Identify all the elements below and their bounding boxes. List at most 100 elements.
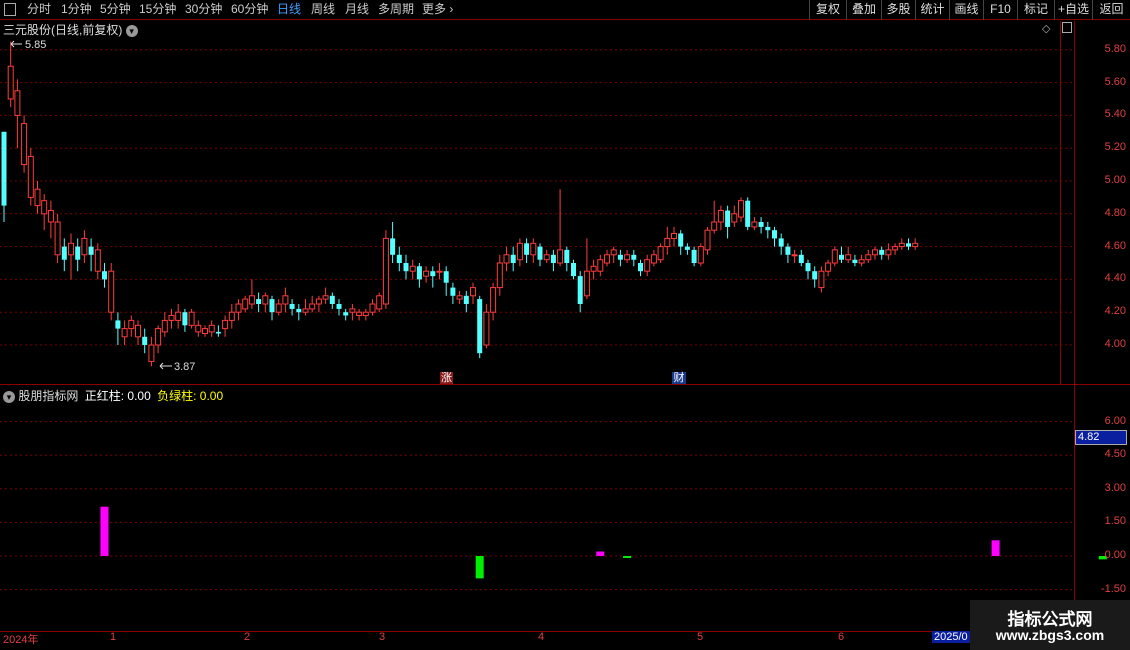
axis-label-month-1: 1: [110, 631, 117, 643]
chart-area[interactable]: [0, 0, 1130, 650]
candle-body-up: [697, 246, 704, 264]
candle-body-down: [416, 266, 422, 280]
candle-body-up: [128, 319, 135, 330]
high-price-label: 5.85: [25, 39, 47, 51]
watermark: 指标公式网 www.zbgs3.com: [970, 600, 1130, 650]
candle-body-down: [390, 238, 396, 255]
candle-body-up: [94, 249, 101, 272]
mark-button[interactable]: 标记: [1017, 0, 1054, 20]
back-button[interactable]: 返回: [1092, 0, 1130, 20]
candle-body-up: [456, 295, 463, 300]
axis-label-year: 2024年: [3, 634, 39, 646]
period-15min[interactable]: 15分钟: [139, 1, 176, 18]
price-tick-label: 4.00: [1104, 338, 1126, 350]
candle-body-up: [195, 324, 202, 333]
candle-body-down: [102, 271, 107, 280]
multi-stock-button[interactable]: 多股: [881, 0, 915, 20]
candle-body-down: [537, 246, 543, 260]
restore-rights-button[interactable]: 复权: [809, 0, 846, 20]
period-1min[interactable]: 1分钟: [61, 1, 92, 18]
candle-body-down: [765, 226, 771, 231]
axis-label-month-6: 6: [838, 631, 845, 643]
candle-body-down: [329, 295, 335, 304]
diamond-icon[interactable]: ◇: [1042, 22, 1050, 35]
candle-body-up: [912, 242, 919, 248]
add-watchlist-button[interactable]: +自选: [1054, 0, 1092, 20]
draw-line-button[interactable]: 画线: [949, 0, 983, 20]
period-5min[interactable]: 5分钟: [100, 1, 131, 18]
candle-body-down: [269, 299, 275, 313]
price-tick-label: 5.40: [1104, 108, 1126, 121]
event-marker-finance[interactable]: 财: [672, 372, 686, 384]
candle-body-down: [443, 271, 449, 283]
candle-body-down: [430, 271, 436, 277]
overlay-button[interactable]: 叠加: [846, 0, 881, 20]
candle-body-down: [879, 249, 885, 255]
candle-body-up: [496, 262, 503, 289]
statistics-button[interactable]: 统计: [915, 0, 949, 20]
candle-body-down: [403, 263, 409, 272]
candle-body-up: [791, 254, 798, 257]
candle-body-up: [590, 265, 597, 272]
period-intraday[interactable]: 分时: [27, 1, 51, 18]
indicator-tick-label: 3.00: [1104, 481, 1126, 494]
candle-body-down: [631, 254, 637, 260]
candle-body-up: [671, 232, 677, 239]
candle-body-up: [892, 246, 899, 251]
candle-body-up: [376, 295, 383, 310]
panel-toggle-icon[interactable]: [1062, 22, 1072, 33]
candle-body-down: [745, 200, 751, 227]
candle-body-up: [657, 246, 664, 261]
candle-body-up: [161, 319, 168, 333]
candle-body-up: [121, 328, 128, 338]
period-weekly[interactable]: 周线: [311, 1, 335, 18]
indicator-dropdown-icon[interactable]: ▾: [3, 390, 15, 403]
candle-body-down: [785, 246, 791, 255]
candle-body-down: [61, 246, 67, 260]
candle-body-down: [617, 254, 623, 260]
menu-icon[interactable]: [4, 3, 16, 16]
indicator-bars: [100, 506, 1107, 579]
pos-bar-label: 正红柱:: [84, 389, 125, 403]
candle-body-up: [711, 221, 718, 231]
candle-body-up: [650, 254, 657, 264]
positive-bar: [991, 540, 1000, 556]
positive-bar: [596, 551, 605, 556]
period-daily[interactable]: 日线: [277, 1, 301, 18]
candle-body-up: [68, 242, 74, 256]
cursor-value: 4.82: [1078, 431, 1100, 443]
candle-body-up: [175, 311, 182, 321]
candle-body-up: [235, 303, 242, 313]
period-more[interactable]: 更多 ›: [422, 1, 453, 18]
candle-body-up: [818, 270, 825, 289]
candle-body-down: [564, 249, 570, 263]
indicator-tick-label: -1.50: [1100, 582, 1126, 595]
candlestick-series: [1, 41, 919, 367]
candle-body-down: [524, 243, 530, 255]
period-30min[interactable]: 30分钟: [185, 1, 222, 18]
candle-body-down: [88, 246, 94, 255]
candle-body-down: [691, 249, 697, 263]
period-multi[interactable]: 多周期: [378, 1, 414, 18]
price-tick-label: 5.20: [1104, 141, 1126, 154]
candle-body-up: [275, 303, 282, 313]
candle-body-down: [684, 246, 690, 250]
event-marker-rise[interactable]: 涨: [440, 372, 453, 384]
f10-button[interactable]: F10: [983, 0, 1017, 20]
candle-body-up: [155, 328, 162, 346]
candle-body-up: [248, 295, 255, 305]
price-tick-label: 4.60: [1104, 239, 1126, 252]
candle-body-down: [550, 254, 556, 263]
candle-body-up: [865, 254, 872, 261]
candle-body-down: [115, 320, 121, 329]
period-monthly[interactable]: 月线: [345, 1, 369, 18]
candle-body-down: [336, 304, 342, 309]
title-dropdown-icon[interactable]: ▾: [125, 24, 138, 37]
candle-body-down: [852, 259, 858, 263]
candle-body-down: [477, 299, 483, 354]
candle-body-down: [463, 295, 469, 304]
candle-body-up: [302, 308, 309, 313]
candle-body-down: [289, 304, 295, 309]
candle-body-down: [577, 276, 583, 304]
period-60min[interactable]: 60分钟: [231, 1, 268, 18]
